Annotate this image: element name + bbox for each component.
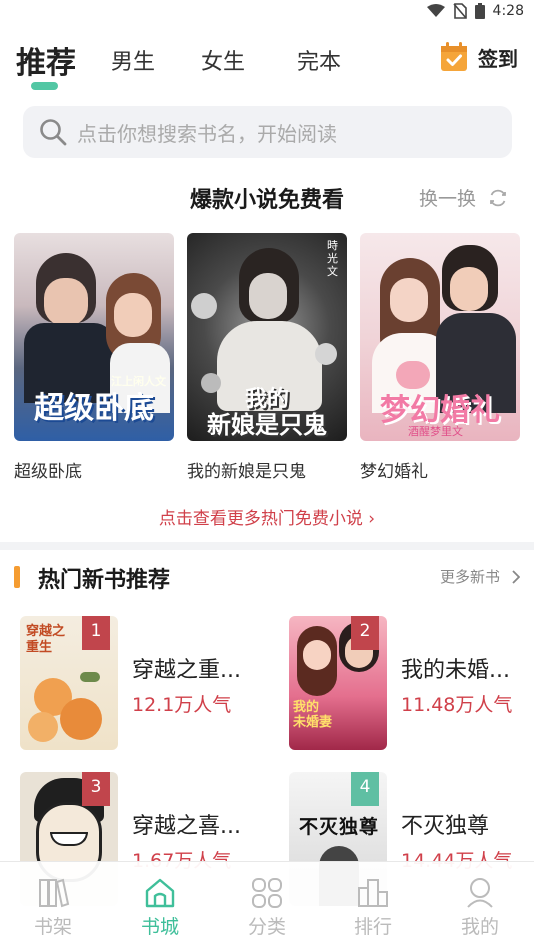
cover-author: 時光文 <box>327 239 338 278</box>
book-name[interactable]: 穿越之重... <box>132 652 241 684</box>
book-cover[interactable]: 超级卧底 江上闲人文 <box>14 233 174 441</box>
tab-female[interactable]: 女生 <box>201 44 245 76</box>
more-free-novels-link[interactable]: 点击查看更多热门免费小说 › <box>0 504 534 529</box>
rank-badge: 1 <box>82 616 110 650</box>
hot-book[interactable]: 我的 未婚妻 2 我的未婚... 11.48万人气 <box>289 616 534 750</box>
top-tabs: 推荐 男生 女生 完本 签到 <box>0 36 534 96</box>
nav-label: 书架 <box>33 916 72 938</box>
nav-ranking[interactable]: 排行 <box>333 876 413 939</box>
refresh-label: 换一换 <box>418 188 476 210</box>
book-name[interactable]: 穿越之喜... <box>132 808 241 840</box>
hot-new-title: 热门新书推荐 <box>38 568 171 593</box>
more-free-label: 点击查看更多热门免费小说 <box>158 509 363 529</box>
book-name[interactable]: 不灭独尊 <box>401 808 489 840</box>
cover-author: 酒醒梦里文 <box>408 425 463 438</box>
tab-completed[interactable]: 完本 <box>297 44 341 76</box>
status-icons: 4:28 <box>426 3 524 19</box>
nav-category[interactable]: 分类 <box>227 876 307 939</box>
rank-badge: 4 <box>351 772 379 806</box>
signin-button[interactable]: 签到 <box>440 42 518 72</box>
cover-title-line2: 新娘是只鬼 <box>207 411 327 439</box>
book-popularity: 12.1万人气 <box>132 694 232 716</box>
book-cover[interactable]: 我的 未婚妻 2 <box>289 616 387 750</box>
battery-icon <box>474 3 485 19</box>
book-title[interactable]: 超级卧底 <box>14 457 174 482</box>
featured-book[interactable]: 超级卧底 江上闲人文 超级卧底 <box>14 233 174 482</box>
search-icon <box>40 119 67 146</box>
chevron-right-icon <box>512 569 520 584</box>
section-marker <box>14 566 20 588</box>
book-cover[interactable]: 時光文 我的 新娘是只鬼 <box>187 233 347 441</box>
featured-books: 超级卧底 江上闲人文 超级卧底 時光文 我的 新娘是只鬼 我的新娘是只鬼 梦幻婚… <box>14 233 524 493</box>
rank-badge: 2 <box>351 616 379 650</box>
featured-book[interactable]: 梦幻婚礼 酒醒梦里文 梦幻婚礼 <box>360 233 520 482</box>
section-divider <box>0 542 534 550</box>
active-tab-indicator <box>31 82 58 90</box>
book-title[interactable]: 梦幻婚礼 <box>360 457 520 482</box>
featured-book[interactable]: 時光文 我的 新娘是只鬼 我的新娘是只鬼 <box>187 233 347 482</box>
profile-icon <box>467 878 493 908</box>
nav-label: 书城 <box>140 916 179 938</box>
no-sim-icon <box>452 3 467 19</box>
refresh-icon <box>490 189 506 206</box>
ranking-podium-icon <box>358 879 388 907</box>
refresh-button[interactable]: 换一换 <box>419 184 508 211</box>
calendar-check-icon <box>441 42 467 71</box>
signin-label: 签到 <box>478 46 518 71</box>
rank-badge: 3 <box>82 772 110 806</box>
category-grid-icon <box>252 878 282 908</box>
status-bar: 4:28 <box>0 0 534 26</box>
cover-title: 超级卧底 <box>34 391 154 426</box>
nav-bookshelf[interactable]: 书架 <box>13 876 93 939</box>
nav-bookstore[interactable]: 书城 <box>120 876 200 939</box>
bookshelf-icon <box>39 878 70 908</box>
status-time: 4:28 <box>492 3 524 19</box>
hot-book[interactable]: 穿越之 重生 1 穿越之重... 12.1万人气 <box>20 616 265 750</box>
nav-label: 排行 <box>353 916 392 938</box>
more-new-books-label: 更多新书 <box>439 568 500 586</box>
book-name[interactable]: 我的未婚... <box>401 652 510 684</box>
chevron-right-icon: › <box>368 509 376 529</box>
book-cover[interactable]: 穿越之 重生 1 <box>20 616 118 750</box>
more-new-books-link[interactable]: 更多新书 <box>440 566 520 587</box>
hot-book-row: 穿越之 重生 1 穿越之重... 12.1万人气 我的 未婚妻 2 我的未婚... … <box>0 616 534 750</box>
search-placeholder: 点击你想搜索书名，开始阅读 <box>77 121 337 146</box>
wifi-icon <box>426 4 445 17</box>
bottom-nav: 书架 书城 分类 排行 我的 <box>0 861 534 951</box>
book-popularity: 11.48万人气 <box>401 694 513 716</box>
tab-male[interactable]: 男生 <box>111 44 155 76</box>
nav-profile[interactable]: 我的 <box>440 876 520 939</box>
tab-recommend[interactable]: 推荐 <box>16 38 76 82</box>
bookstore-home-icon <box>145 878 175 908</box>
nav-label: 我的 <box>460 916 499 938</box>
nav-label: 分类 <box>247 916 286 938</box>
book-title[interactable]: 我的新娘是只鬼 <box>187 457 347 482</box>
hot-new-header: 热门新书推荐 更多新书 <box>14 562 520 593</box>
book-cover[interactable]: 梦幻婚礼 酒醒梦里文 <box>360 233 520 441</box>
cover-author: 江上闲人文 <box>111 375 166 388</box>
search-bar[interactable]: 点击你想搜索书名，开始阅读 <box>23 106 512 158</box>
